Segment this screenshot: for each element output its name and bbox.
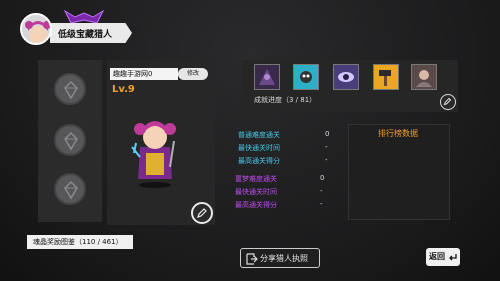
share-license-button[interactable]: 分享猎人执照 bbox=[240, 248, 320, 268]
gem-slot-icon bbox=[64, 131, 78, 151]
return-arrow-icon bbox=[449, 254, 457, 261]
normal-fastest-label: 最快通关时间 bbox=[238, 144, 280, 152]
ranking-title: 排行榜数据 bbox=[378, 129, 418, 138]
back-label: 返回 bbox=[429, 252, 445, 261]
nightmare-clear-label: 噩梦难度通关 bbox=[235, 175, 277, 183]
achievement-edit-button[interactable] bbox=[440, 94, 456, 110]
page-title: 低级宝藏猎人 bbox=[58, 30, 113, 40]
empty-slot-1[interactable] bbox=[54, 73, 86, 105]
spider-monster-icon bbox=[300, 71, 312, 83]
avatar[interactable] bbox=[20, 13, 52, 45]
normal-fastest-value: - bbox=[325, 143, 328, 151]
share-icon bbox=[246, 253, 258, 265]
normal-clear-value: 0 bbox=[325, 130, 330, 138]
nightmare-score-value: - bbox=[320, 200, 323, 208]
portrait-dark-icon bbox=[259, 69, 275, 85]
rename-button[interactable]: 修改 bbox=[178, 68, 208, 80]
nightmare-fastest-value: - bbox=[320, 187, 323, 195]
normal-score-label: 最高通关得分 bbox=[238, 157, 280, 165]
pencil-icon bbox=[197, 208, 207, 218]
achievement-portrait-dark[interactable] bbox=[254, 64, 280, 90]
character-level: Lv.9 bbox=[112, 84, 135, 95]
pencil-icon bbox=[443, 97, 452, 106]
share-label: 分享猎人执照 bbox=[260, 254, 308, 263]
empty-slot-3[interactable] bbox=[54, 173, 86, 205]
empty-slot-2[interactable] bbox=[54, 124, 86, 156]
portrait-hero-icon bbox=[416, 70, 432, 87]
achievement-spider-monster[interactable] bbox=[293, 64, 319, 90]
demon-emblem-icon bbox=[63, 9, 105, 25]
achievement-hammer[interactable] bbox=[373, 64, 399, 90]
nightmare-clear-value: 0 bbox=[320, 174, 325, 182]
eye-monster-icon bbox=[338, 72, 354, 82]
achievement-progress: 成就进度（3 / 81） bbox=[254, 96, 317, 104]
achievement-portrait-hero[interactable] bbox=[411, 64, 437, 90]
hero-sprite bbox=[130, 117, 180, 189]
nightmare-score-label: 最高通关得分 bbox=[235, 201, 277, 209]
normal-score-value: - bbox=[325, 156, 328, 164]
gem-slot-icon bbox=[64, 180, 78, 200]
gem-slot-icon bbox=[64, 80, 78, 100]
hammer-icon bbox=[379, 70, 391, 86]
normal-clear-label: 普通难度通关 bbox=[238, 131, 280, 139]
nightmare-fastest-label: 最快通关时间 bbox=[235, 188, 277, 196]
character-name: 趣趣手游网0 bbox=[110, 68, 178, 80]
achievement-eye-monster[interactable] bbox=[333, 64, 359, 90]
back-button[interactable]: 返回 bbox=[426, 248, 460, 266]
edit-button[interactable] bbox=[191, 202, 213, 224]
crystal-reward-codex-button[interactable]: 魂晶奖励图鉴（110 / 461） bbox=[27, 235, 133, 249]
